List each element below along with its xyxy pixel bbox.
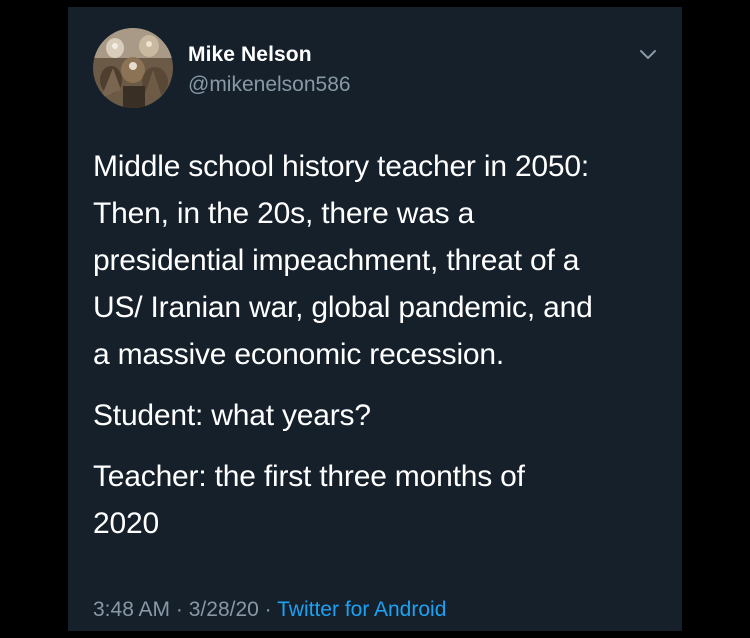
avatar[interactable] — [93, 28, 173, 108]
meta-separator: · — [264, 598, 272, 621]
tweet-text: Middle school history teacher in 2050: T… — [93, 143, 663, 547]
tweet-source-link[interactable]: Twitter for Android — [277, 598, 446, 621]
tweet-metadata: 3:48 AM · 3/28/20 · Twitter for Android — [93, 598, 446, 622]
author-handle[interactable]: @mikenelson586 — [188, 73, 351, 97]
tweet-date[interactable]: 3/28/20 — [189, 598, 259, 621]
tweet-paragraph: Student: what years? — [93, 399, 371, 432]
screenshot-frame: Mike Nelson @mikenelson586 Middle school… — [0, 0, 750, 638]
meta-separator: · — [175, 598, 183, 621]
tweet-paragraph: Teacher: the first three months of 2020 — [93, 460, 525, 540]
tweet-paragraph: Middle school history teacher in 2050: T… — [93, 150, 593, 371]
avatar-image — [93, 28, 173, 108]
tweet-card: Mike Nelson @mikenelson586 Middle school… — [68, 7, 682, 631]
tweet-time[interactable]: 3:48 AM — [93, 598, 170, 621]
author-name[interactable]: Mike Nelson — [188, 43, 312, 67]
chevron-down-icon[interactable] — [636, 45, 660, 65]
